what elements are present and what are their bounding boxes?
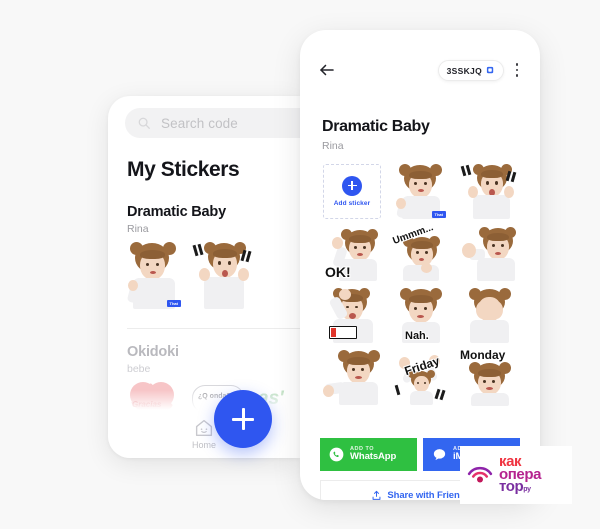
share-with-friends-label: Share with Friends <box>387 489 471 501</box>
add-sticker-label: Add sticker <box>333 199 371 207</box>
plus-icon <box>232 408 254 430</box>
sticker-ummm-girl: Ummm... <box>390 221 449 281</box>
add-to-kicker: ADD TO <box>350 445 374 452</box>
sticker-cell[interactable]: Nah. <box>388 286 452 344</box>
add-to-whatsapp-button[interactable]: ADD TO WhatsApp <box>320 438 417 471</box>
imessage-icon <box>433 449 446 461</box>
sticker-facepalm-girl <box>459 287 517 343</box>
battery-icon <box>329 326 357 339</box>
sticker-cell[interactable]: Friday <box>388 348 452 406</box>
sticker-thumbs-up-girl[interactable]: That <box>126 239 181 309</box>
pack-code-text: 3SSKJQ <box>446 65 482 76</box>
sticker-thumbs-up-girl: That <box>394 163 446 220</box>
kebab-menu-icon[interactable] <box>510 62 524 78</box>
right-phone-screen: 3SSKJQ Dramatic Baby Rina Add sticker Th… <box>300 30 540 500</box>
bottom-fade <box>108 390 300 410</box>
sticker-monday-girl: Monday <box>459 347 517 406</box>
sticker-cell[interactable] <box>320 286 384 344</box>
section-divider <box>127 328 300 329</box>
copy-icon <box>486 66 494 74</box>
watermark-suffix: ру <box>523 486 531 494</box>
screenshot-stage: Search code My Stickers Dramatic Baby Ri… <box>0 0 600 529</box>
whatsapp-label: WhatsApp <box>350 451 397 463</box>
watermark: как опера торру <box>460 446 572 504</box>
sticker-caption: That <box>166 300 181 307</box>
sticker-grid: Add sticker That OK! Ummm... Nah. Friday… <box>320 162 520 406</box>
sticker-friday-girl: Friday <box>391 349 449 405</box>
pack-sticker-preview-list: That <box>126 239 252 309</box>
tab-home-label: Home <box>191 439 216 450</box>
back-arrow-icon[interactable] <box>318 61 336 79</box>
add-pack-fab[interactable] <box>214 390 272 448</box>
sticker-low-battery-girl <box>323 287 381 343</box>
sticker-caption: OK! <box>324 263 352 281</box>
page-title: My Stickers <box>127 158 240 181</box>
pack-author-okidoki: bebe <box>127 363 151 375</box>
search-placeholder: Search code <box>161 115 238 131</box>
sticker-cell[interactable] <box>456 286 520 344</box>
add-sticker-button[interactable]: Add sticker <box>323 163 381 219</box>
pack-title: Dramatic Baby <box>322 118 430 135</box>
home-icon <box>195 419 213 436</box>
sticker-cell[interactable] <box>456 162 520 220</box>
sticker-cell[interactable]: Ummm... <box>388 221 452 282</box>
sticker-cell[interactable]: Monday <box>456 347 520 406</box>
sticker-cell[interactable] <box>456 224 520 282</box>
sticker-nah-girl: Nah. <box>391 287 449 343</box>
whatsapp-icon <box>329 447 344 462</box>
app-topbar: 3SSKJQ <box>300 58 540 84</box>
search-icon <box>138 117 150 129</box>
search-input[interactable]: Search code <box>125 108 300 138</box>
sticker-caption: Monday <box>459 347 506 363</box>
left-phone-screen: Search code My Stickers Dramatic Baby Ri… <box>108 96 300 458</box>
sticker-shocked-girl[interactable] <box>191 239 252 309</box>
watermark-line-3: тор <box>499 478 524 496</box>
pack-title-dramatic-baby: Dramatic Baby <box>127 204 226 220</box>
pack-author: Rina <box>322 140 344 152</box>
pack-title-okidoki: Okidoki <box>127 344 179 360</box>
sticker-cell[interactable]: OK! <box>320 224 384 282</box>
sticker-cell[interactable] <box>320 348 384 406</box>
sticker-cell[interactable]: That <box>388 162 452 220</box>
pack-code-badge[interactable]: 3SSKJQ <box>437 60 504 81</box>
sticker-stop-hand-girl <box>459 225 517 281</box>
sticker-caption: That <box>431 211 446 218</box>
sticker-shocked-girl-exclaim <box>459 163 517 219</box>
sticker-caption: Nah. <box>404 329 430 343</box>
pack-author-dramatic-baby: Rina <box>127 223 149 235</box>
sticker-ok-girl: OK! <box>323 225 381 281</box>
share-icon <box>372 490 381 500</box>
signal-waves-icon <box>467 466 493 483</box>
tab-home[interactable]: Home <box>192 419 216 450</box>
sticker-thumbs-down-girl <box>323 349 381 405</box>
plus-icon <box>342 175 362 196</box>
